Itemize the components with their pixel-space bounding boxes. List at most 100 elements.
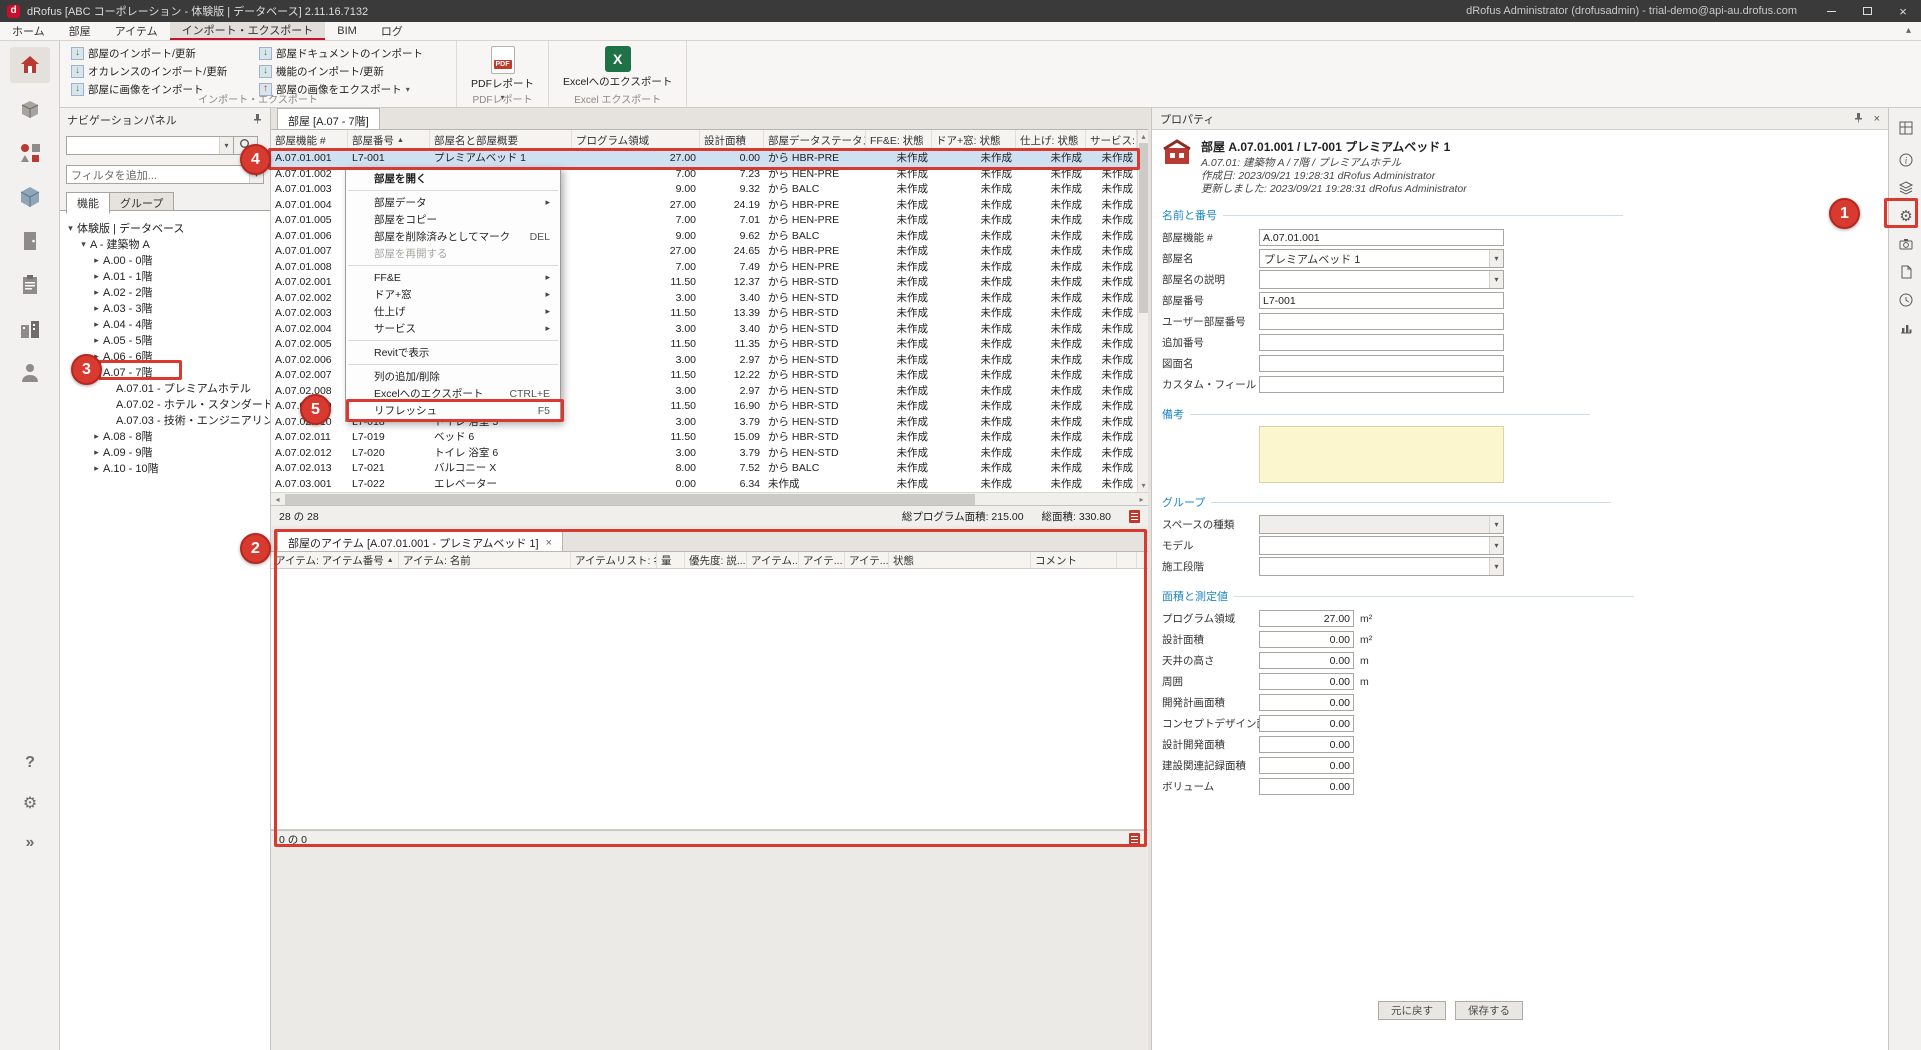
ribbon-button[interactable]: オカレンスのインポート/更新 [68,62,250,80]
tree-item[interactable]: A.07.03 - 技術・エンジニアリング [60,412,270,428]
column-header[interactable]: アイテ... [845,552,889,568]
info-icon[interactable]: i [1894,148,1918,172]
tree-item[interactable]: ▸A.01 - 1階 [60,268,270,284]
column-header[interactable] [1117,552,1137,568]
menu-tab[interactable]: インポート・エクスポート [170,22,326,40]
minimize-button[interactable] [1813,0,1849,22]
tree-expander-icon[interactable]: ▸ [90,463,103,474]
column-header[interactable]: 部屋名と部屋概要 [430,130,572,150]
room-row[interactable]: A.07.01.001L7-001プレミアムベッド 127.000.00から H… [271,151,1137,167]
scroll-down-icon[interactable]: ▾ [1137,479,1150,492]
tree-expander-icon[interactable]: ▸ [90,287,103,298]
tree-item[interactable]: ▸A.10 - 10階 [60,460,270,476]
search-input[interactable]: ▾ [66,136,234,155]
scroll-up-icon[interactable]: ▴ [1137,130,1150,143]
layout-grid-icon[interactable] [1894,116,1918,140]
models-module-icon[interactable] [10,179,50,215]
layers-icon[interactable] [1894,176,1918,200]
dropdown-arrow-icon[interactable]: ▾ [219,137,233,154]
tree-item[interactable]: ▸A.00 - 0階 [60,252,270,268]
column-header[interactable]: 設計面積 [700,130,764,150]
property-input[interactable] [1259,334,1504,351]
revert-button[interactable]: 元に戻す [1378,1001,1446,1020]
property-input[interactable] [1259,631,1354,648]
property-input[interactable] [1259,292,1504,309]
ribbon-button[interactable]: 部屋ドキュメントのインポート [256,44,448,62]
help-icon[interactable]: ? [10,745,50,781]
tree-expander-icon[interactable]: ▾ [64,223,77,234]
close-window-button[interactable]: × [1885,0,1921,22]
tree-item[interactable]: ▸A.04 - 4階 [60,316,270,332]
column-header[interactable]: 量 [657,552,685,568]
tree-expander-icon[interactable]: ▾ [77,239,90,250]
property-combo[interactable]: プレミアムベッド 1▾ [1259,249,1504,268]
history-icon[interactable] [1894,288,1918,312]
room-row[interactable]: A.07.03.001L7-022エレベーター0.006.34未作成未作成未作成… [271,477,1137,493]
column-header[interactable]: 仕上げ: 状態 [1016,130,1086,150]
document-icon[interactable] [1894,260,1918,284]
menu-tab[interactable]: アイテム [103,22,170,40]
tab-rooms[interactable]: 部屋 [A.07 - 7階] [277,108,380,129]
gear-icon[interactable]: ⚙ [1894,204,1918,228]
tree-expander-icon[interactable]: ▸ [90,303,103,314]
column-header[interactable]: 優先度: 説... [685,552,747,568]
room-row[interactable]: A.07.02.013L7-021バルコニー X8.007.52から BALC未… [271,461,1137,477]
collapse-ribbon-icon[interactable]: ▴ [1906,25,1911,36]
property-input[interactable] [1259,376,1504,393]
property-input[interactable] [1259,355,1504,372]
column-header[interactable]: 部屋番号▲ [348,130,430,150]
camera-icon[interactable] [1894,232,1918,256]
column-header[interactable]: 状態 [889,552,1031,568]
pin-icon[interactable] [1853,112,1864,126]
close-tab-icon[interactable]: × [546,537,552,549]
scrollbar-thumb[interactable] [285,494,975,505]
menu-tab[interactable]: BIM [325,22,369,40]
ribbon-button[interactable]: 部屋のインポート/更新 [68,44,250,62]
pin-icon[interactable] [252,113,263,127]
property-input[interactable] [1259,757,1354,774]
doors-module-icon[interactable] [10,223,50,259]
menu-tab[interactable]: ホーム [0,22,57,40]
notes-textarea[interactable] [1259,426,1504,483]
column-header[interactable]: アイテム: 名前 [399,552,571,568]
occurrences-module-icon[interactable] [10,135,50,171]
context-menu-item[interactable]: ExcelへのエクスポートCTRL+E [346,385,560,402]
property-input[interactable] [1259,610,1354,627]
room-row[interactable]: A.07.02.012L7-020トイレ 浴室 63.003.79から HEN-… [271,446,1137,462]
tree-item[interactable]: ▸A.09 - 9階 [60,444,270,460]
expand-strip-icon[interactable]: » [10,825,50,861]
column-header[interactable]: サービス: 状態 [1086,130,1137,150]
column-header[interactable]: アイテムリスト: 名前 [571,552,657,568]
tree-item[interactable]: ▸A.08 - 8階 [60,428,270,444]
tree-expander-icon[interactable]: ▸ [90,335,103,346]
maximize-button[interactable] [1849,0,1885,22]
property-combo[interactable]: ▾ [1259,557,1504,576]
rooms-vertical-scrollbar[interactable]: ▴ ▾ [1137,130,1148,492]
column-header[interactable]: アイテ... [799,552,845,568]
property-input[interactable] [1259,715,1354,732]
property-input[interactable] [1259,778,1354,795]
tree-expander-icon[interactable]: ▸ [90,271,103,282]
context-menu-item[interactable]: 部屋をコピー [346,211,560,228]
column-header[interactable]: アイテム... [747,552,799,568]
close-panel-icon[interactable]: × [1874,113,1880,125]
context-menu-item[interactable]: ドア+窓▸ [346,286,560,303]
buildings-module-icon[interactable] [10,311,50,347]
property-input[interactable] [1259,694,1354,711]
rooms-horizontal-scrollbar[interactable]: ◂ ▸ [271,492,1148,505]
column-header[interactable]: 部屋機能 # [271,130,348,150]
tree-item[interactable]: ▸A.03 - 3階 [60,300,270,316]
tree-item[interactable]: ▾A - 建築物 A [60,236,270,252]
context-menu-item[interactable]: 部屋を開く [346,170,560,187]
property-input[interactable] [1259,229,1504,246]
menu-tab[interactable]: 部屋 [57,22,103,40]
scrollbar-thumb[interactable] [1139,143,1148,313]
column-header[interactable]: コメント [1031,552,1117,568]
settings-icon[interactable]: ⚙ [10,785,50,821]
context-menu-item[interactable]: サービス▸ [346,320,560,337]
tree-item[interactable]: ▸A.05 - 5階 [60,332,270,348]
column-header[interactable]: アイテム: アイテム番号▲ [271,552,399,568]
column-header[interactable]: FF&E: 状態 [866,130,932,150]
tree-expander-icon[interactable]: ▸ [90,319,103,330]
property-input[interactable] [1259,736,1354,753]
